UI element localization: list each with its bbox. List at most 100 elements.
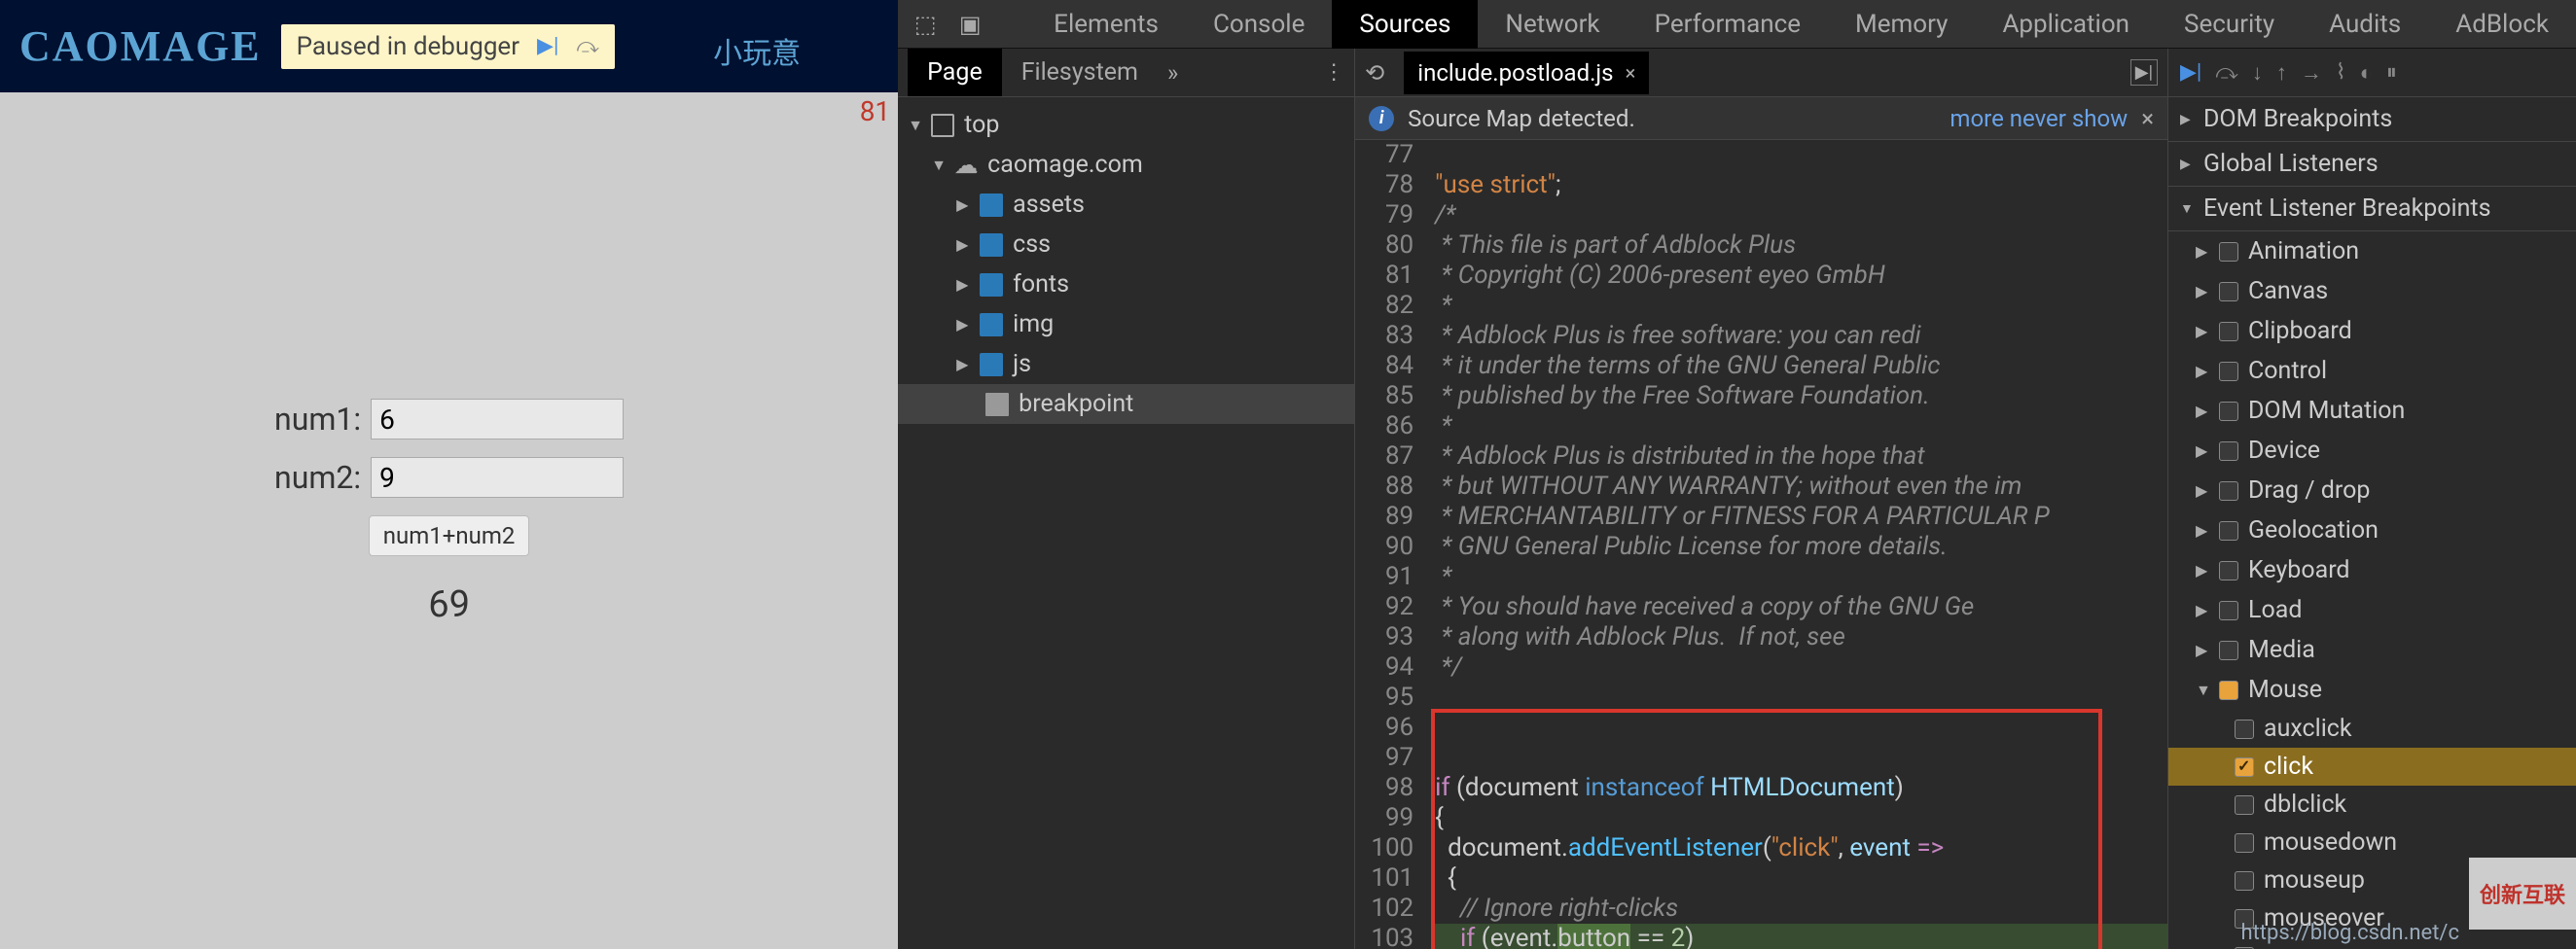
chevron-right-icon[interactable] [956,235,970,254]
checkbox[interactable] [2219,561,2238,580]
tab-console[interactable]: Console [1186,0,1332,51]
more-tabs-icon[interactable]: » [1167,59,1178,87]
tree-folder-assets[interactable]: assets [898,185,1354,225]
checkbox[interactable] [2219,601,2238,620]
chevron-right-icon[interactable] [956,315,970,334]
nav-link[interactable]: 小玩意 [713,29,801,72]
chevron-right-icon[interactable] [956,275,970,294]
chevron-icon[interactable] [2196,282,2209,300]
tab-page[interactable]: Page [908,49,1002,96]
bp-event-click[interactable]: click [2168,748,2576,786]
bp-category-control[interactable]: Control [2168,351,2576,391]
file-tab-active[interactable]: include.postload.js × [1404,52,1649,94]
chevron-icon[interactable] [2196,521,2209,540]
checkbox[interactable] [2219,521,2238,541]
line-gutter[interactable]: 7778798081828384858687888990919293949596… [1355,140,1423,949]
checkbox[interactable] [2219,242,2238,262]
checkbox[interactable] [2219,362,2238,381]
tree-folder-css[interactable]: css [898,225,1354,264]
bp-category-device[interactable]: Device [2168,431,2576,471]
tree-folder-fonts[interactable]: fonts [898,264,1354,304]
checkbox[interactable] [2219,402,2238,421]
chevron-right-icon[interactable] [2180,112,2194,127]
bp-category-dom-mutation[interactable]: DOM Mutation [2168,391,2576,431]
bp-category-mouse[interactable]: Mouse [2168,670,2576,710]
tab-filesystem[interactable]: Filesystem [1002,49,1158,96]
bp-category-canvas[interactable]: Canvas [2168,271,2576,311]
tab-security[interactable]: Security [2157,0,2302,51]
bp-category-load[interactable]: Load [2168,590,2576,630]
add-button[interactable]: num1+num2 [369,515,530,556]
code-area[interactable]: 7778798081828384858687888990919293949596… [1355,140,2167,949]
tree-folder-img[interactable]: img [898,304,1354,344]
step-icon[interactable]: → [2301,60,2322,86]
input-num2[interactable] [371,457,624,498]
resume-icon[interactable]: ▶| [2180,60,2201,85]
tab-elements[interactable]: Elements [1026,0,1186,51]
deactivate-breakpoints-icon[interactable]: ⌇ [2336,60,2346,85]
history-icon[interactable]: ⟲ [1365,59,1384,87]
tree-file-breakpoint[interactable]: breakpoint [898,384,1354,424]
tree-top[interactable]: top [898,105,1354,145]
section-dom-breakpoints[interactable]: DOM Breakpoints [2168,97,2576,142]
chevron-down-icon[interactable] [908,116,921,135]
input-num1[interactable] [371,399,624,439]
checkbox[interactable] [2235,757,2254,777]
checkbox[interactable] [2219,282,2238,301]
tab-memory[interactable]: Memory [1828,0,1975,51]
section-event-listener-breakpoints[interactable]: Event Listener Breakpoints [2168,187,2576,231]
checkbox[interactable] [2235,795,2254,815]
checkbox[interactable] [2235,720,2254,739]
bp-event-auxclick[interactable]: auxclick [2168,710,2576,748]
code-lines[interactable]: "use strict";/* * This file is part of A… [1423,140,2167,949]
bp-category-media[interactable]: Media [2168,630,2576,670]
info-link[interactable]: more never show [1950,105,2128,132]
chevron-icon[interactable] [2196,441,2209,460]
chevron-down-icon[interactable] [2180,200,2194,217]
section-global-listeners[interactable]: Global Listeners [2168,142,2576,187]
tree-folder-js[interactable]: js [898,344,1354,384]
resume-icon[interactable]: ▶| [537,34,558,58]
inspect-icon[interactable]: ⬚ [908,7,943,42]
bp-category-clipboard[interactable]: Clipboard [2168,311,2576,351]
tab-sources[interactable]: Sources [1332,0,1478,51]
chevron-right-icon[interactable] [2180,157,2194,172]
tree-domain[interactable]: ☁ caomage.com [898,145,1354,185]
chevron-icon[interactable] [2196,561,2209,580]
chevron-down-icon[interactable] [931,156,945,175]
chevron-icon[interactable] [2196,362,2209,380]
bp-category-drag-drop[interactable]: Drag / drop [2168,471,2576,510]
tab-adblock[interactable]: AdBlock [2428,0,2576,51]
checkbox[interactable] [2219,641,2238,660]
chevron-icon[interactable] [2196,601,2209,619]
chevron-icon[interactable] [2196,242,2209,261]
chevron-right-icon[interactable] [956,355,970,373]
tab-performance[interactable]: Performance [1628,0,1828,51]
checkbox[interactable] [2235,833,2254,853]
checkbox[interactable] [2219,322,2238,341]
step-into-icon[interactable]: ↓ [2252,60,2263,86]
chevron-icon[interactable] [2196,322,2209,340]
step-over-icon[interactable]: ⤼ [2215,60,2238,85]
chevron-icon[interactable] [2196,481,2209,500]
chevron-right-icon[interactable] [956,195,970,214]
chevron-icon[interactable] [2196,681,2209,700]
checkbox[interactable] [2219,481,2238,501]
bp-category-geolocation[interactable]: Geolocation [2168,510,2576,550]
chevron-icon[interactable] [2196,402,2209,420]
chevron-icon[interactable] [2196,641,2209,659]
step-over-icon[interactable]: ⤼ [576,34,599,58]
step-out-icon[interactable]: ↑ [2276,60,2287,86]
bp-category-keyboard[interactable]: Keyboard [2168,550,2576,590]
pause-exceptions-icon[interactable]: ◐ [2360,60,2373,86]
tab-list-icon[interactable]: ▶| [2130,59,2158,86]
bp-event-mousedown[interactable]: mousedown [2168,824,2576,861]
checkbox[interactable] [2235,871,2254,891]
navigator-menu-icon[interactable]: ⋮ [1323,60,1344,85]
close-icon[interactable]: × [2141,105,2154,132]
checkbox[interactable] [2219,441,2238,461]
close-icon[interactable]: × [1626,61,1636,85]
tab-audits[interactable]: Audits [2302,0,2428,51]
checkbox[interactable] [2219,681,2238,700]
tab-application[interactable]: Application [1975,0,2157,51]
